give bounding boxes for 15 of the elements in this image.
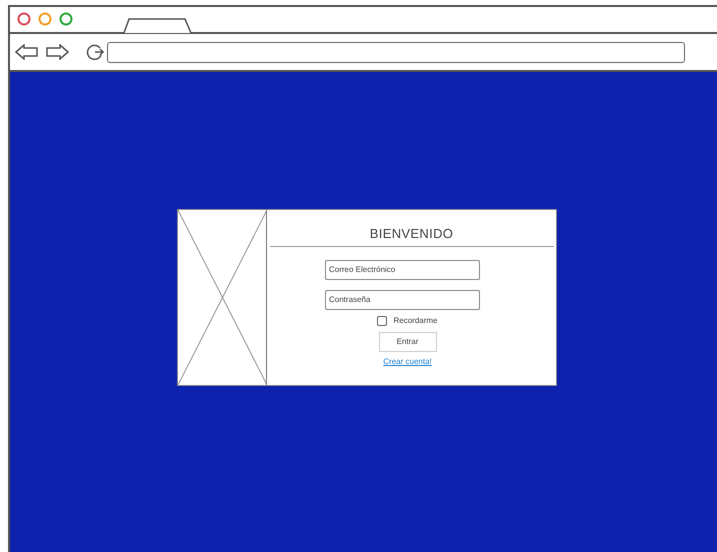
reload-icon[interactable] — [85, 42, 105, 62]
address-bar[interactable] — [107, 42, 685, 62]
submit-button[interactable]: Entrar — [378, 332, 436, 352]
welcome-title: BIENVENIDO — [370, 225, 454, 243]
remember-checkbox[interactable] — [377, 316, 388, 326]
close-icon[interactable] — [17, 12, 31, 26]
input-field[interactable]: Correo Electrónico — [325, 260, 480, 280]
maximize-icon[interactable] — [59, 12, 73, 26]
remember-label: Recordarme — [393, 314, 438, 326]
input-field[interactable]: Contraseña — [325, 290, 480, 310]
forward-arrow-icon[interactable] — [45, 44, 69, 60]
image-placeholder-icon — [178, 210, 267, 385]
create-account-link[interactable]: Crear cuenta! — [383, 356, 432, 368]
back-arrow-icon[interactable] — [15, 44, 39, 60]
browser-tab[interactable] — [123, 18, 193, 34]
